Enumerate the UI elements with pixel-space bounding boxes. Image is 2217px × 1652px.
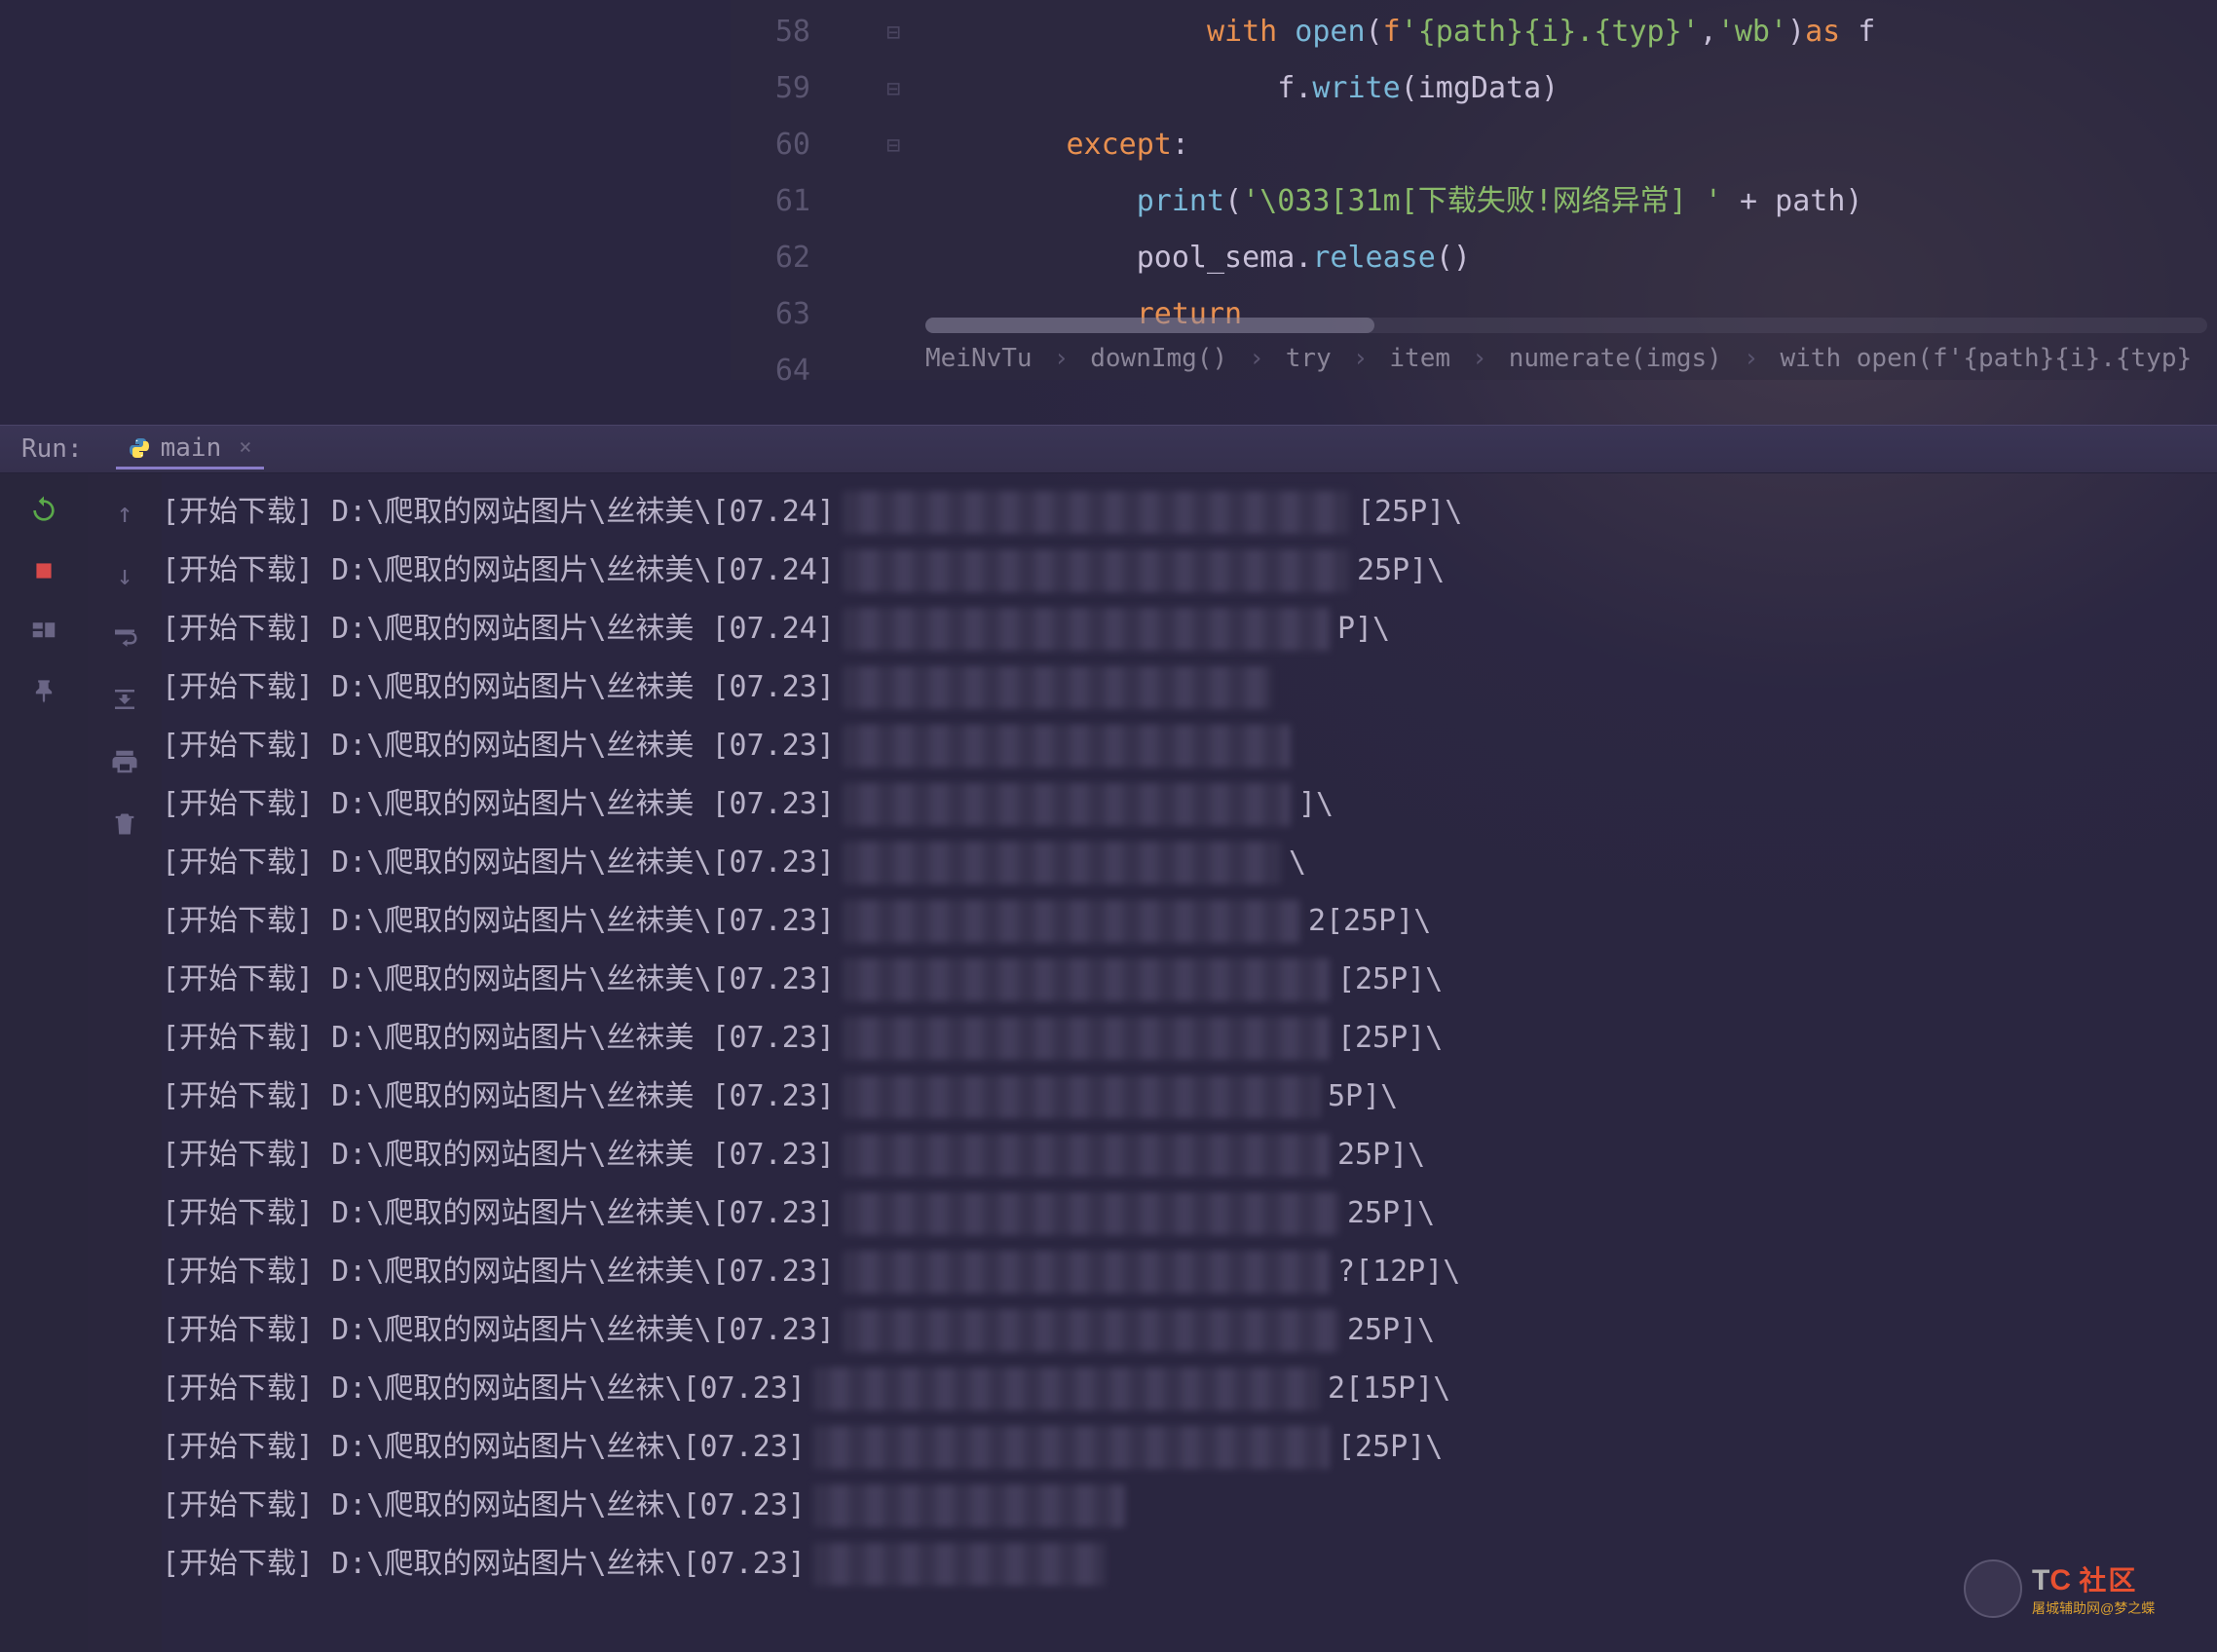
censored-content xyxy=(843,549,1349,592)
breadcrumb-item[interactable]: numerate(imgs) xyxy=(1509,344,1722,373)
censored-content xyxy=(843,1017,1330,1060)
scroll-to-end-button[interactable] xyxy=(105,680,144,719)
censored-content xyxy=(843,491,1349,534)
code-line[interactable]: pool_sema.release() xyxy=(925,230,2207,286)
console-line: [开始下载] D:\爬取的网站图片\丝袜\[07.23]2[15P]\ xyxy=(162,1360,2217,1418)
breadcrumb[interactable]: MeiNvTu › downImg() › try › item › numerate(imgs… xyxy=(925,337,2207,380)
breadcrumb-item[interactable]: with open(f'{path}{i}.{typ} xyxy=(1781,344,2193,373)
censored-content xyxy=(843,842,1281,884)
run-toolbar-right: ↑ ↓ xyxy=(88,473,162,1652)
censored-content xyxy=(813,1368,1320,1410)
censored-content xyxy=(843,1134,1330,1177)
censored-content xyxy=(843,725,1291,768)
line-number: 58 xyxy=(731,4,838,60)
line-number: 62 xyxy=(731,230,838,286)
chevron-right-icon: › xyxy=(1249,344,1264,373)
console-line: [开始下载] D:\爬取的网站图片\丝袜美\[07.24][25P]\ xyxy=(162,483,2217,542)
watermark-icon xyxy=(1964,1559,2022,1618)
console-line: [开始下载] D:\爬取的网站图片\丝袜美\[07.23]25P]\ xyxy=(162,1184,2217,1243)
console-line: [开始下载] D:\爬取的网站图片\丝袜美\[07.23][25P]\ xyxy=(162,951,2217,1009)
down-arrow-button[interactable]: ↓ xyxy=(105,555,144,594)
breadcrumb-item[interactable]: try xyxy=(1286,344,1332,373)
line-number: 63 xyxy=(731,286,838,343)
console-line: [开始下载] D:\爬取的网站图片\丝袜\[07.23] xyxy=(162,1535,2217,1594)
up-arrow-button[interactable]: ↑ xyxy=(105,493,144,532)
print-button[interactable] xyxy=(105,742,144,781)
run-label: Run: xyxy=(21,434,83,464)
censored-content xyxy=(843,1192,1339,1235)
console-line: [开始下载] D:\爬取的网站图片\丝袜美 [07.23]]\ xyxy=(162,775,2217,834)
code-line[interactable]: with open(f'{path}{i}.{typ}','wb')as f xyxy=(925,4,2207,60)
console-line: [开始下载] D:\爬取的网站图片\丝袜美 [07.23]5P]\ xyxy=(162,1068,2217,1126)
stop-button[interactable] xyxy=(24,551,63,590)
console-line: [开始下载] D:\爬取的网站图片\丝袜美 [07.23] xyxy=(162,717,2217,775)
chevron-right-icon: › xyxy=(1054,344,1070,373)
watermark-c: C xyxy=(2049,1564,2071,1596)
console-line: [开始下载] D:\爬取的网站图片\丝袜\[07.23] xyxy=(162,1477,2217,1535)
console-line: [开始下载] D:\爬取的网站图片\丝袜美 [07.23] xyxy=(162,658,2217,717)
scrollbar-thumb[interactable] xyxy=(925,318,1374,333)
console-line: [开始下载] D:\爬取的网站图片\丝袜美 [07.24]P]\ xyxy=(162,600,2217,658)
code-line[interactable]: return xyxy=(925,286,2207,343)
line-number: 64 xyxy=(731,343,838,399)
watermark-t: T xyxy=(2032,1564,2049,1596)
code-area[interactable]: with open(f'{path}{i}.{typ}','wb')as f f… xyxy=(925,4,2207,343)
breadcrumb-item[interactable]: MeiNvTu xyxy=(925,344,1033,373)
line-number-gutter: 58596061626364 xyxy=(731,0,838,399)
censored-content xyxy=(843,1075,1320,1118)
console-line: [开始下载] D:\爬取的网站图片\丝袜美\[07.23]\ xyxy=(162,834,2217,892)
horizontal-scrollbar[interactable] xyxy=(925,318,2207,333)
censored-content xyxy=(813,1426,1330,1469)
console-line: [开始下载] D:\爬取的网站图片\丝袜美\[07.23]25P]\ xyxy=(162,1301,2217,1360)
python-icon xyxy=(128,436,151,460)
chevron-right-icon: › xyxy=(1472,344,1487,373)
soft-wrap-button[interactable] xyxy=(105,618,144,657)
rerun-button[interactable] xyxy=(24,491,63,530)
line-number: 61 xyxy=(731,173,838,230)
console-line: [开始下载] D:\爬取的网站图片\丝袜美\[07.24]25P]\ xyxy=(162,542,2217,600)
code-line[interactable]: except: xyxy=(925,117,2207,173)
censored-content xyxy=(843,783,1291,826)
run-tab-main[interactable]: main × xyxy=(116,430,264,469)
censored-content xyxy=(843,608,1330,651)
close-icon[interactable]: × xyxy=(239,435,251,460)
censored-content xyxy=(843,958,1330,1001)
line-number: 59 xyxy=(731,60,838,117)
chevron-right-icon: › xyxy=(1744,344,1759,373)
console-line: [开始下载] D:\爬取的网站图片\丝袜美 [07.23]25P]\ xyxy=(162,1126,2217,1184)
watermark-sub: 社区 xyxy=(2079,1565,2137,1596)
code-line[interactable]: print('\033[31m[下载失败!网络异常] ' + path) xyxy=(925,173,2207,230)
trash-button[interactable] xyxy=(105,805,144,844)
censored-content xyxy=(843,1251,1330,1294)
code-line[interactable]: f.write(imgData) xyxy=(925,60,2207,117)
breadcrumb-item[interactable]: item xyxy=(1389,344,1450,373)
layout-button[interactable] xyxy=(24,612,63,651)
console-line: [开始下载] D:\爬取的网站图片\丝袜美 [07.23][25P]\ xyxy=(162,1009,2217,1068)
console-line: [开始下载] D:\爬取的网站图片\丝袜美\[07.23]?[12P]\ xyxy=(162,1243,2217,1301)
run-toolbar-left xyxy=(0,473,88,1652)
console-line: [开始下载] D:\爬取的网站图片\丝袜\[07.23][25P]\ xyxy=(162,1418,2217,1477)
code-editor-pane: 58596061626364 ⊟⊟⊟ with open(f'{path}{i}… xyxy=(731,0,2217,380)
censored-content xyxy=(813,1484,1125,1527)
censored-content xyxy=(843,666,1271,709)
watermark: TC 社区 屠城辅助网@梦之蝶 xyxy=(1964,1545,2198,1633)
pin-button[interactable] xyxy=(24,672,63,711)
breadcrumb-item[interactable]: downImg() xyxy=(1090,344,1227,373)
run-tab-name: main xyxy=(161,433,222,463)
fold-marks: ⊟⊟⊟ xyxy=(886,0,906,173)
line-number: 60 xyxy=(731,117,838,173)
run-tool-window-header: Run: main × xyxy=(0,425,2217,473)
chevron-right-icon: › xyxy=(1353,344,1369,373)
censored-content xyxy=(813,1543,1106,1586)
censored-content xyxy=(843,900,1300,943)
censored-content xyxy=(843,1309,1339,1352)
watermark-url: 屠城辅助网@梦之蝶 xyxy=(2032,1598,2155,1618)
console-output[interactable]: [开始下载] D:\爬取的网站图片\丝袜美\[07.24][25P]\[开始下载… xyxy=(162,473,2217,1652)
console-line: [开始下载] D:\爬取的网站图片\丝袜美\[07.23]2[25P]\ xyxy=(162,892,2217,951)
